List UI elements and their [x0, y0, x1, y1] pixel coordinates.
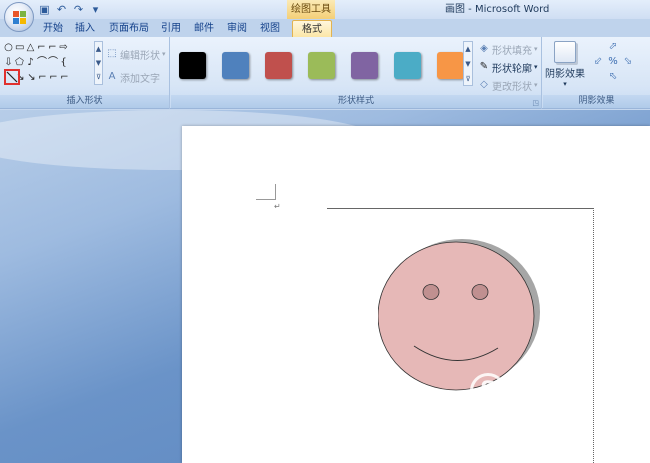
- undo-icon[interactable]: ↶: [55, 3, 68, 16]
- style-swatch-color: [265, 52, 292, 79]
- save-icon[interactable]: ▣: [38, 3, 51, 16]
- tab-mailings[interactable]: 邮件: [191, 20, 217, 37]
- style-swatch[interactable]: [176, 49, 209, 82]
- style-swatch-color: [222, 52, 249, 79]
- style-swatch[interactable]: [305, 49, 338, 82]
- redo-icon[interactable]: ↷: [72, 3, 85, 16]
- smiley-left-eye[interactable]: [422, 284, 440, 300]
- tab-view[interactable]: 视图: [257, 20, 283, 37]
- watermark: S 搜狗指南: [470, 372, 624, 409]
- watermark-text: 搜狗指南: [512, 378, 625, 408]
- shadow-effects-button-label: 阴影效果: [545, 69, 585, 80]
- smiley-right-eye[interactable]: [471, 284, 489, 300]
- edit-shape-button[interactable]: ⬚ 编辑形状 ▾: [106, 47, 165, 62]
- tab-review[interactable]: 审阅: [224, 20, 250, 37]
- tab-references[interactable]: 引用: [158, 20, 184, 37]
- shape-outline-label: 形状轮廓: [492, 63, 532, 75]
- line-shape-selected[interactable]: [4, 69, 20, 85]
- nudge-left-icon[interactable]: ⬃: [592, 56, 604, 68]
- pen-icon: ✎: [479, 61, 489, 72]
- smiley-face[interactable]: [378, 241, 535, 391]
- add-text-label: 添加文字: [120, 73, 160, 85]
- add-text-icon: A: [108, 71, 116, 82]
- shadow-effects-button[interactable]: 阴影效果 ▾: [545, 41, 585, 91]
- drawing-tools-context-label: 绘图工具: [287, 0, 335, 19]
- shadow-effects-label: 阴影效果: [543, 95, 650, 108]
- style-swatch-color: [437, 52, 464, 79]
- office-button[interactable]: [4, 2, 34, 32]
- drawing-canvas-top-edge: [327, 208, 594, 209]
- document-title: 画图 - Microsoft Word: [445, 4, 550, 15]
- style-swatches: [176, 49, 467, 82]
- office-logo-icon: [13, 11, 26, 24]
- shape-fill-button[interactable]: ◈ 形状填充 ▾: [478, 42, 537, 57]
- style-swatch[interactable]: [219, 49, 252, 82]
- shapes-gallery-scroll[interactable]: ▲ ▼ ⊽: [94, 41, 103, 85]
- shape-fill-label: 形状填充: [492, 45, 532, 57]
- shadow-toggle-icon[interactable]: %: [607, 56, 619, 68]
- nudge-down-icon[interactable]: ⬁: [607, 71, 619, 83]
- shadow-box-icon: [554, 41, 576, 63]
- add-text-button[interactable]: A 添加文字: [106, 70, 160, 85]
- change-shape-label: 更改形状: [492, 81, 532, 93]
- shape-styles-label: 形状样式: [171, 95, 541, 108]
- style-swatch[interactable]: [262, 49, 295, 82]
- change-shape-button[interactable]: ◇ 更改形状 ▾: [478, 78, 537, 93]
- ribbon-tabs: 开始 插入 页面布局 引用 邮件 审阅 视图 格式: [0, 19, 650, 37]
- style-swatch-color: [351, 52, 378, 79]
- style-swatch-color: [394, 52, 421, 79]
- customize-icon[interactable]: ▾: [89, 3, 102, 16]
- dialog-launcher-icon[interactable]: ◳: [532, 99, 539, 107]
- edit-shape-icon: ⬚: [107, 48, 117, 59]
- document-page[interactable]: ↵: [182, 126, 650, 463]
- style-swatch-color: [308, 52, 335, 79]
- style-swatch[interactable]: [391, 49, 424, 82]
- styles-gallery-scroll[interactable]: ▲ ▼ ⊽: [463, 41, 473, 86]
- ribbon: ○ ▭ △ ⌐ ⌐ ⇨ ⇩ ⬠ ♪ ⌒ ⌒{ ↘ ↘ ⌐ ⌐ ⌐ ▲ ▼ ⊽ ⬚ 编辑形状 ▾ A 添加文字 …: [0, 37, 650, 109]
- tab-format[interactable]: 格式: [292, 20, 332, 37]
- paragraph-mark: ↵: [274, 202, 281, 211]
- insert-shapes-label: 插入形状: [0, 95, 169, 108]
- style-swatch-color: [179, 52, 206, 79]
- document-workspace: ↵: [0, 110, 650, 463]
- insert-shapes-group: ○ ▭ △ ⌐ ⌐ ⇨ ⇩ ⬠ ♪ ⌒ ⌒{ ↘ ↘ ⌐ ⌐ ⌐ ▲ ▼ ⊽ ⬚ 编辑形状 ▾ A 添加文字 …: [0, 37, 170, 109]
- tab-home[interactable]: 开始: [40, 20, 66, 37]
- watermark-url: zhinan.sogou.com: [483, 421, 618, 436]
- paint-bucket-icon: ◈: [480, 43, 488, 54]
- quick-access-toolbar: ▣ ↶ ↷ ▾: [38, 2, 102, 17]
- tab-insert[interactable]: 插入: [72, 20, 98, 37]
- smiley-face-drawing[interactable]: [378, 234, 548, 394]
- margin-corner-mark: [256, 184, 276, 200]
- shape-outline-button[interactable]: ✎ 形状轮廓 ▾: [478, 60, 538, 75]
- nudge-up-icon[interactable]: ⬀: [607, 41, 619, 53]
- nudge-right-icon[interactable]: ⬂: [622, 56, 634, 68]
- title-bar: ▣ ↶ ↷ ▾ 绘图工具 画图 - Microsoft Word: [0, 0, 650, 19]
- tab-page-layout[interactable]: 页面布局: [106, 20, 152, 37]
- change-shape-icon: ◇: [480, 79, 488, 90]
- watermark-logo-icon: S: [470, 372, 506, 409]
- shadow-nudge-tools: ⬀ ⬃% ⬂ ⬁: [592, 41, 632, 83]
- edit-shape-label: 编辑形状: [120, 50, 160, 62]
- style-swatch[interactable]: [348, 49, 381, 82]
